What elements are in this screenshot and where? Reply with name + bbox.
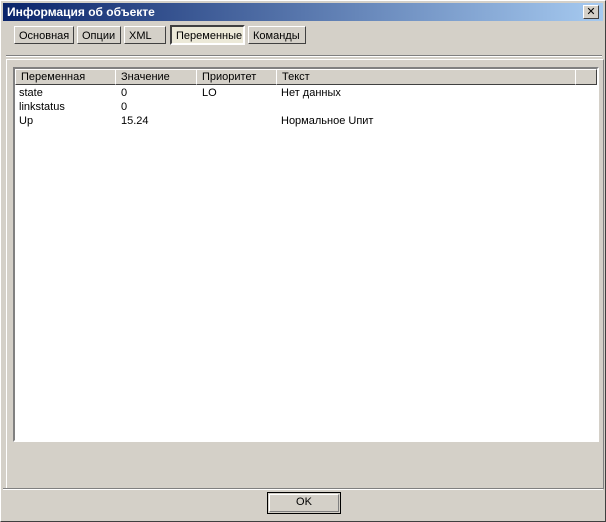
tab-commands[interactable]: Команды: [248, 26, 306, 44]
cell-value: 0: [121, 87, 128, 99]
tab-options[interactable]: Опции: [77, 26, 121, 44]
ok-button-label: OK: [296, 496, 312, 508]
column-value[interactable]: Значение: [115, 69, 197, 85]
cell-variable: state: [19, 87, 43, 99]
table-row[interactable]: linkstatus 0: [15, 100, 597, 114]
column-priority[interactable]: Приоритет: [196, 69, 277, 85]
cell-value: 0: [121, 101, 128, 113]
column-filler: [575, 69, 597, 85]
footer-separator: [3, 488, 603, 490]
table-row[interactable]: state 0 LO Нет данных: [15, 86, 597, 100]
list-rows: state 0 LO Нет данных linkstatus 0 Up 15…: [15, 86, 597, 128]
cell-text: Нет данных: [281, 87, 341, 99]
window-title: Информация об объекте: [7, 5, 155, 19]
table-row[interactable]: Up 15.24 Нормальное Uпит: [15, 114, 597, 128]
ok-button[interactable]: OK: [267, 492, 341, 514]
close-icon[interactable]: ✕: [583, 5, 599, 19]
tab-separator: [6, 55, 602, 57]
cell-text: Нормальное Uпит: [281, 115, 374, 127]
cell-value: 15.24: [121, 115, 149, 127]
object-info-window: Информация об объекте ✕ Основная Опции X…: [0, 0, 606, 522]
column-variable[interactable]: Переменная: [15, 69, 116, 85]
tab-xml[interactable]: XML: [124, 26, 166, 44]
list-header: Переменная Значение Приоритет Текст: [15, 69, 597, 85]
tab-variables[interactable]: Переменные: [170, 25, 245, 45]
variables-list[interactable]: Переменная Значение Приоритет Текст stat…: [13, 67, 599, 442]
title-bar[interactable]: Информация об объекте ✕: [3, 3, 603, 21]
column-text[interactable]: Текст: [276, 69, 576, 85]
cell-variable: linkstatus: [19, 101, 65, 113]
cell-priority: LO: [202, 87, 217, 99]
tab-main[interactable]: Основная: [14, 26, 74, 44]
variables-panel: Переменная Значение Приоритет Текст stat…: [6, 59, 604, 489]
cell-variable: Up: [19, 115, 34, 127]
